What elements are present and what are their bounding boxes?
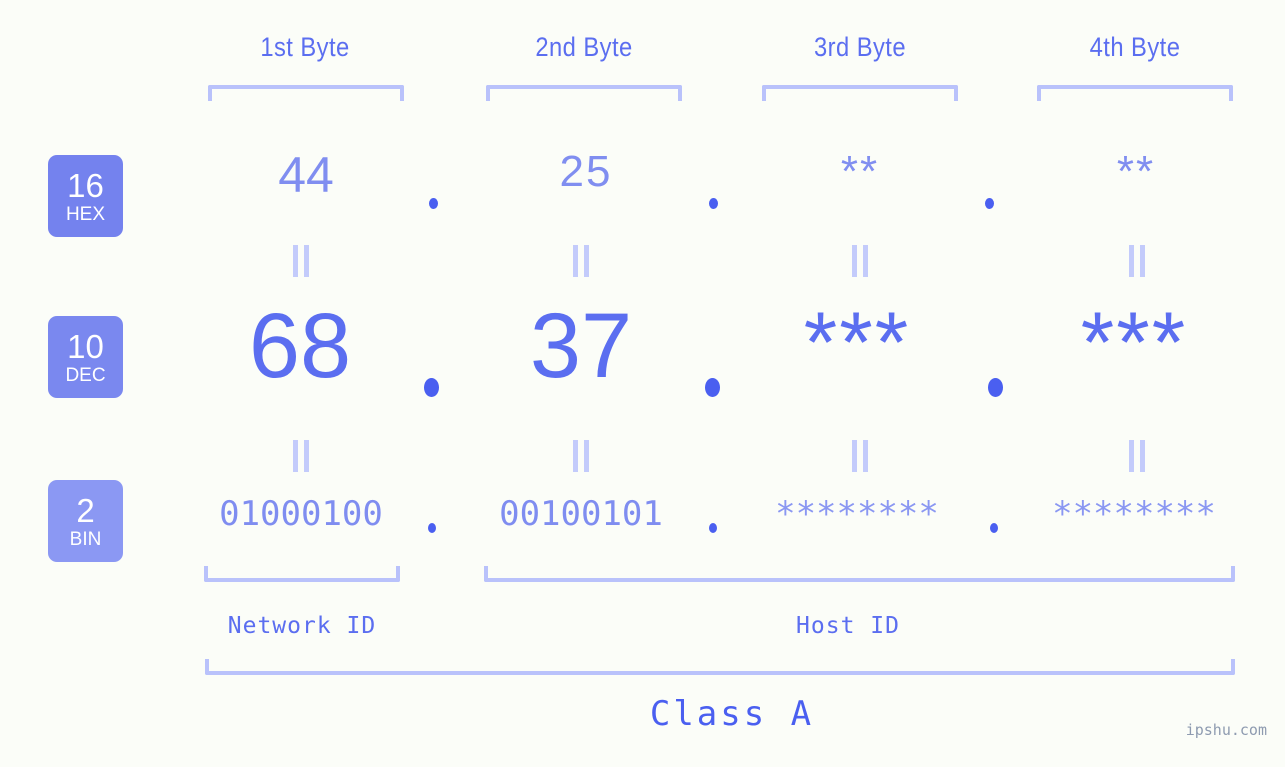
network-id-label: Network ID (227, 613, 377, 639)
bin-byte-1: 01000100 (219, 494, 383, 534)
byte-header-3: 3rd Byte (813, 32, 907, 62)
hex-byte-4: ** (1116, 147, 1156, 196)
host-id-label: Host ID (796, 613, 900, 639)
equals-mark-hex-dec-4 (1128, 245, 1146, 277)
hex-byte-2: 25 (559, 147, 613, 196)
dec-separator-dot-1 (424, 378, 439, 397)
bin-byte-2: 00100101 (499, 494, 663, 534)
bin-byte-3: ******** (775, 494, 939, 534)
dec-byte-1: 68 (248, 295, 352, 397)
byte-bracket-top-1 (208, 85, 404, 101)
hex-byte-1: 44 (278, 147, 334, 203)
host-id-bracket (484, 566, 1235, 582)
hex-separator-dot-2 (709, 198, 718, 209)
dec-byte-4: *** (1080, 295, 1188, 391)
byte-header-1: 1st Byte (260, 32, 350, 62)
dec-separator-dot-3 (988, 378, 1003, 397)
hex-separator-dot-3 (985, 198, 994, 209)
class-bracket (205, 659, 1235, 675)
byte-bracket-top-3 (762, 85, 958, 101)
dec-byte-3: *** (803, 295, 911, 391)
bin-separator-dot-1 (428, 523, 436, 533)
byte-bracket-top-2 (486, 85, 682, 101)
bin-separator-dot-3 (990, 523, 998, 533)
dec-byte-2: 37 (529, 295, 633, 397)
dec-separator-dot-2 (705, 378, 720, 397)
byte-header-4: 4th Byte (1089, 32, 1181, 62)
equals-mark-hex-dec-1 (292, 245, 310, 277)
bin-separator-dot-2 (709, 523, 717, 533)
equals-mark-dec-bin-2 (572, 440, 590, 472)
radix-badge-bin-name: BIN (69, 528, 102, 550)
watermark: ipshu.com (1185, 721, 1267, 739)
network-id-bracket (204, 566, 400, 582)
bin-byte-4: ******** (1052, 494, 1216, 534)
ip-address-breakdown-diagram: 1st Byte 2nd Byte 3rd Byte 4th Byte 16 H… (0, 0, 1285, 767)
equals-mark-dec-bin-1 (292, 440, 310, 472)
hex-separator-dot-1 (429, 198, 438, 209)
radix-badge-hex: 16 HEX (48, 155, 123, 237)
hex-byte-3: ** (840, 147, 880, 196)
equals-mark-dec-bin-4 (1128, 440, 1146, 472)
equals-mark-hex-dec-3 (851, 245, 869, 277)
equals-mark-dec-bin-3 (851, 440, 869, 472)
radix-badge-bin-number: 2 (76, 491, 95, 529)
radix-badge-hex-name: HEX (65, 203, 106, 225)
radix-badge-bin: 2 BIN (48, 480, 123, 562)
radix-badge-dec-name: DEC (65, 364, 106, 386)
class-label: Class A (649, 694, 815, 734)
byte-header-2: 2nd Byte (535, 32, 633, 62)
equals-mark-hex-dec-2 (572, 245, 590, 277)
radix-badge-dec-number: 10 (67, 327, 104, 365)
byte-bracket-top-4 (1037, 85, 1233, 101)
radix-badge-dec: 10 DEC (48, 316, 123, 398)
radix-badge-hex-number: 16 (67, 166, 104, 204)
